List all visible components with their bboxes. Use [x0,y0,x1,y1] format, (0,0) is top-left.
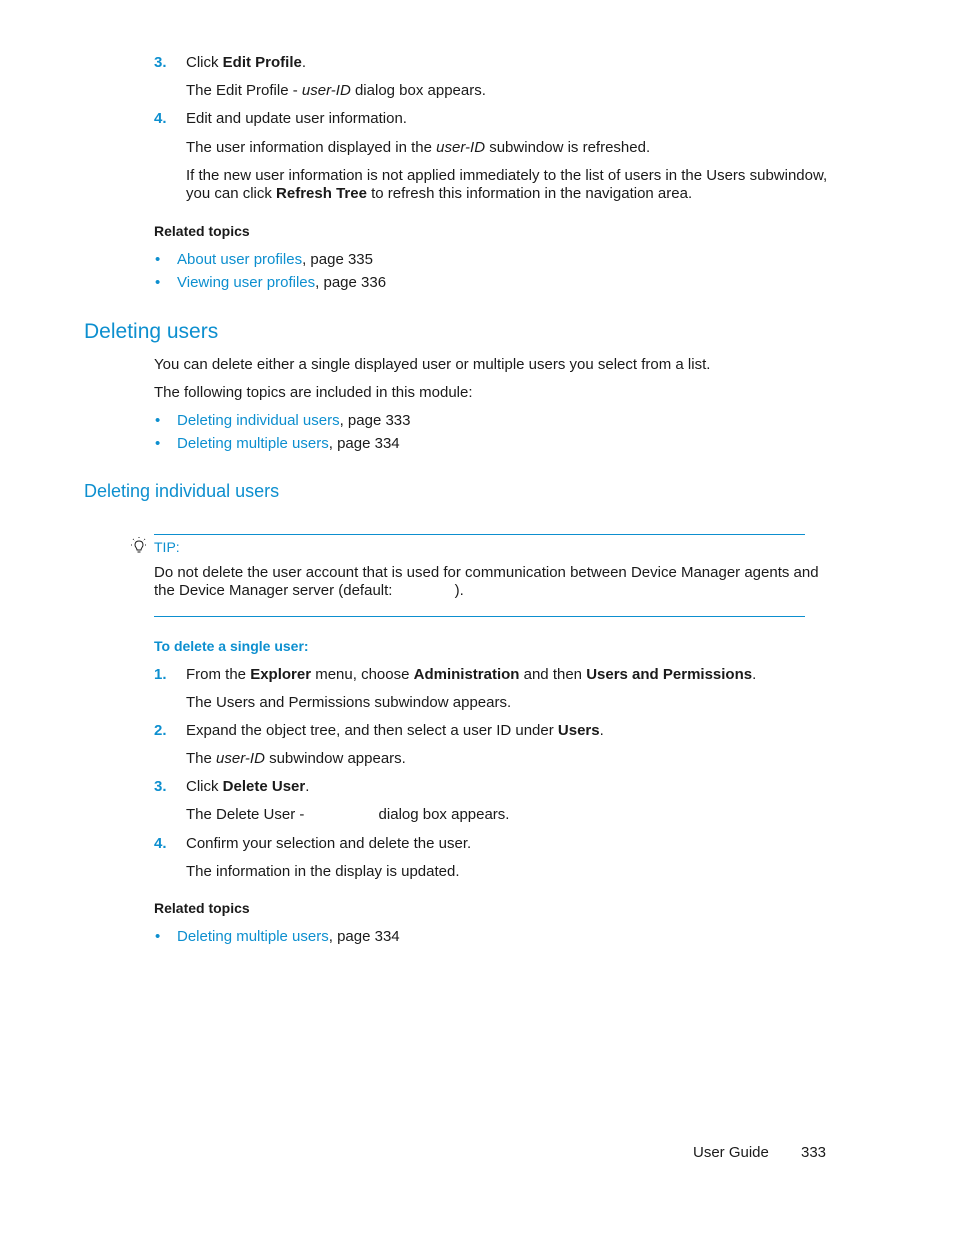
list-item: Deleting multiple users, page 334 [177,435,400,452]
topic-link[interactable]: About user profiles [177,251,302,268]
topic-link[interactable]: Deleting individual users [177,412,340,429]
page-ref: , page 335 [302,251,373,268]
bullet: • [155,274,161,291]
footer-label: User Guide [693,1144,769,1161]
page-ref: , page 334 [328,928,400,945]
list-item: About user profiles, page 335 [177,251,373,268]
step-text: From the Explorer menu, choose Administr… [186,666,756,683]
tip-text-line: the Device Manager server (default: ). [154,582,464,599]
text: to refresh this information in the navig… [366,185,693,202]
tip-text-line: Do not delete the user account that is u… [154,564,819,581]
text: menu, choose [311,666,414,683]
subsection-heading: Deleting individual users [84,481,280,501]
topic-link[interactable]: Deleting multiple users [177,435,329,452]
text: From the [186,666,251,683]
list-item: Deleting multiple users, page 334 [177,928,400,945]
text: Click [186,778,223,795]
step-result: The Users and Permissions subwindow appe… [186,694,512,711]
text: dialog box appears. [378,806,510,823]
text: and then [519,666,587,683]
step-note-line: you can click Refresh Tree to refresh th… [186,185,692,202]
tip-top-rule [154,534,805,535]
page-ref: , page 333 [339,412,411,429]
bullet: • [155,412,161,429]
text: . [599,722,604,739]
text: subwindow appears. [264,750,406,767]
step-number: 2. [154,722,167,739]
bullet: • [155,251,161,268]
page-ref: , page 334 [328,435,400,452]
list-item: Deleting individual users, page 333 [177,412,411,429]
tip-bottom-rule [154,616,805,617]
text: you can click [186,185,277,202]
text: . [301,54,307,71]
text: . [305,778,310,795]
bullet: • [155,928,161,945]
text: subwindow is refreshed. [485,139,651,156]
lightbulb-icon [129,536,149,560]
topic-link[interactable]: Deleting multiple users [177,928,329,945]
step-note-line: If the new user information is not appli… [186,167,828,184]
ui-term: Users [557,722,600,739]
ui-term: Users and Permissions [586,666,753,683]
step-number: 1. [154,666,167,683]
related-topics-heading: Related topics [154,223,250,239]
text: Expand the object tree, and then select … [186,722,558,739]
text: the Device Manager server (default: [154,582,397,599]
ui-term: Delete User [222,778,306,795]
step-number: 3. [154,54,167,71]
bullet: • [155,435,161,452]
step-text: Expand the object tree, and then select … [186,722,604,739]
paragraph: The following topics are included in thi… [154,384,473,401]
ui-term: Explorer [250,666,312,683]
step-result: The Edit Profile - user-ID dialog box ap… [186,82,486,99]
step-text: Click Delete User. [186,778,309,795]
text: ). [454,582,464,599]
text: . [752,666,757,683]
ui-term: Administration [413,666,520,683]
topic-link[interactable]: Viewing user profiles [177,274,315,291]
page-number: 333 [801,1144,827,1161]
step-text: Click Edit Profile. [186,54,306,71]
step-text: Edit and update user information. [186,110,407,127]
step-text: Confirm your selection and delete the us… [186,835,472,852]
variable: user-ID [216,750,265,767]
step-result: The Delete User - dialog box appears. [186,806,509,823]
ui-term: Refresh Tree [276,185,367,202]
step-result: The user-ID subwindow appears. [186,750,406,767]
step-number: 4. [154,835,167,852]
section-heading: Deleting users [84,320,219,343]
step-number: 3. [154,778,167,795]
text: The Edit Profile - [186,82,302,99]
text: Click [186,54,223,71]
step-result: The information in the display is update… [186,863,460,880]
paragraph: You can delete either a single displayed… [154,356,711,373]
variable: user-ID [436,139,486,156]
text: The [186,750,217,767]
page-ref: , page 336 [315,274,387,291]
text: dialog box appears. [350,82,486,99]
ui-term: Edit Profile [222,54,302,71]
variable: user-ID [301,82,351,99]
step-number: 4. [154,110,167,127]
text: The Delete User - [186,806,309,823]
text: The user information displayed in the [186,139,437,156]
tip-label: TIP: [154,539,180,555]
related-topics-heading: Related topics [154,900,250,916]
list-item: Viewing user profiles, page 336 [177,274,386,291]
procedure-title: To delete a single user: [154,638,309,654]
step-result: The user information displayed in the us… [186,139,650,156]
